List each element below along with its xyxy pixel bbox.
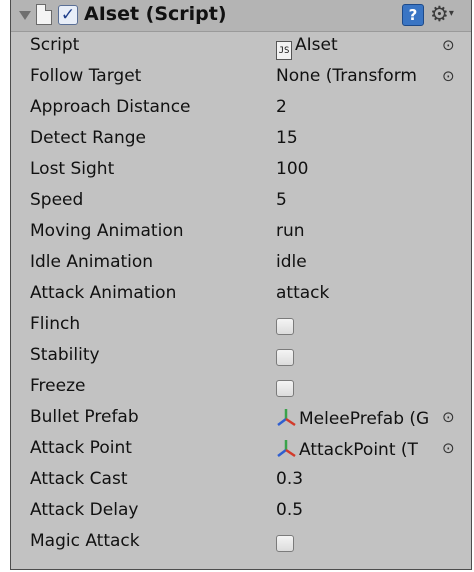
field-label-script: Script xyxy=(30,35,80,55)
idle-animation-input[interactable]: idle xyxy=(276,252,307,272)
field-row-attack-delay: Attack Delay 0.5 xyxy=(11,496,471,527)
attack-point-value: AttackPoint (T xyxy=(299,440,418,460)
field-label-freeze: Freeze xyxy=(30,376,86,396)
field-row-lost-sight: Lost Sight 100 xyxy=(11,155,471,186)
detect-range-input[interactable]: 15 xyxy=(276,128,298,148)
field-label-stability: Stability xyxy=(30,345,100,365)
field-row-stability: Stability xyxy=(11,341,471,372)
gear-icon[interactable]: ⚙▾ xyxy=(430,2,454,26)
attack-point-field[interactable]: AttackPoint (T xyxy=(276,438,441,460)
field-row-script: Script JS AIset ⊙ xyxy=(11,31,471,62)
component-title: AIset (Script) xyxy=(84,3,227,25)
field-row-attack-cast: Attack Cast 0.3 xyxy=(11,465,471,496)
field-label-speed: Speed xyxy=(30,190,84,210)
field-label-follow-target: Follow Target xyxy=(30,66,142,86)
field-row-flinch: Flinch xyxy=(11,310,471,341)
stability-checkbox[interactable] xyxy=(276,349,294,366)
script-reference-field[interactable]: JS AIset xyxy=(276,35,338,60)
field-label-detect-range: Detect Range xyxy=(30,128,146,148)
component-enabled-checkbox[interactable]: ✓ xyxy=(58,5,78,25)
field-row-attack-point: Attack Point AttackPoint (T ⊙ xyxy=(11,434,471,465)
inspector-component-panel: ✓ AIset (Script) ? ⚙▾ Script JS AIset ⊙ F… xyxy=(10,0,472,570)
magic-attack-checkbox[interactable] xyxy=(276,535,294,552)
field-row-follow-target: Follow Target None (Transform ⊙ xyxy=(11,62,471,93)
transform-axes-icon xyxy=(277,409,296,427)
field-label-magic-attack: Magic Attack xyxy=(30,531,140,551)
menu-caret-icon: ▾ xyxy=(448,8,454,19)
gear-glyph: ⚙ xyxy=(430,2,449,26)
field-row-moving-animation: Moving Animation run xyxy=(11,217,471,248)
field-row-freeze: Freeze xyxy=(11,372,471,403)
speed-input[interactable]: 5 xyxy=(276,190,287,210)
object-picker-icon[interactable]: ⊙ xyxy=(442,439,455,457)
field-label-attack-cast: Attack Cast xyxy=(30,469,128,489)
object-picker-icon[interactable]: ⊙ xyxy=(442,408,455,426)
field-row-idle-animation: Idle Animation idle xyxy=(11,248,471,279)
field-label-attack-animation: Attack Animation xyxy=(30,283,177,303)
field-row-speed: Speed 5 xyxy=(11,186,471,217)
js-script-icon: JS xyxy=(276,41,292,60)
field-label-lost-sight: Lost Sight xyxy=(30,159,115,179)
field-label-idle-animation: Idle Animation xyxy=(30,252,154,272)
bullet-prefab-field[interactable]: MeleePrefab (G xyxy=(276,407,441,429)
field-label-attack-delay: Attack Delay xyxy=(30,500,139,520)
follow-target-field[interactable]: None (Transform xyxy=(276,66,441,86)
flinch-checkbox[interactable] xyxy=(276,318,294,335)
attack-delay-input[interactable]: 0.5 xyxy=(276,500,303,520)
field-row-detect-range: Detect Range 15 xyxy=(11,124,471,155)
attack-animation-input[interactable]: attack xyxy=(276,283,329,303)
object-picker-icon[interactable]: ⊙ xyxy=(442,67,455,85)
lost-sight-input[interactable]: 100 xyxy=(276,159,308,179)
bullet-prefab-value: MeleePrefab (G xyxy=(299,409,430,429)
field-label-moving-animation: Moving Animation xyxy=(30,221,184,241)
component-header[interactable]: ✓ AIset (Script) ? ⚙▾ xyxy=(11,0,471,32)
field-row-attack-animation: Attack Animation attack xyxy=(11,279,471,310)
transform-axes-icon xyxy=(277,440,296,458)
field-label-attack-point: Attack Point xyxy=(30,438,132,458)
field-row-bullet-prefab: Bullet Prefab MeleePrefab (G ⊙ xyxy=(11,403,471,434)
field-row-approach-distance: Approach Distance 2 xyxy=(11,93,471,124)
field-label-flinch: Flinch xyxy=(30,314,81,334)
attack-cast-input[interactable]: 0.3 xyxy=(276,469,303,489)
approach-distance-input[interactable]: 2 xyxy=(276,97,287,117)
moving-animation-input[interactable]: run xyxy=(276,221,305,241)
field-list: Script JS AIset ⊙ Follow Target None (Tra… xyxy=(11,31,471,558)
field-row-magic-attack: Magic Attack xyxy=(11,527,471,558)
field-label-approach-distance: Approach Distance xyxy=(30,97,191,117)
script-reference-value: AIset xyxy=(295,35,338,55)
object-picker-icon[interactable]: ⊙ xyxy=(442,36,455,54)
help-icon[interactable]: ? xyxy=(402,4,424,26)
foldout-arrow-icon[interactable] xyxy=(19,11,31,20)
script-document-icon xyxy=(36,4,52,25)
field-label-bullet-prefab: Bullet Prefab xyxy=(30,407,139,427)
freeze-checkbox[interactable] xyxy=(276,380,294,397)
